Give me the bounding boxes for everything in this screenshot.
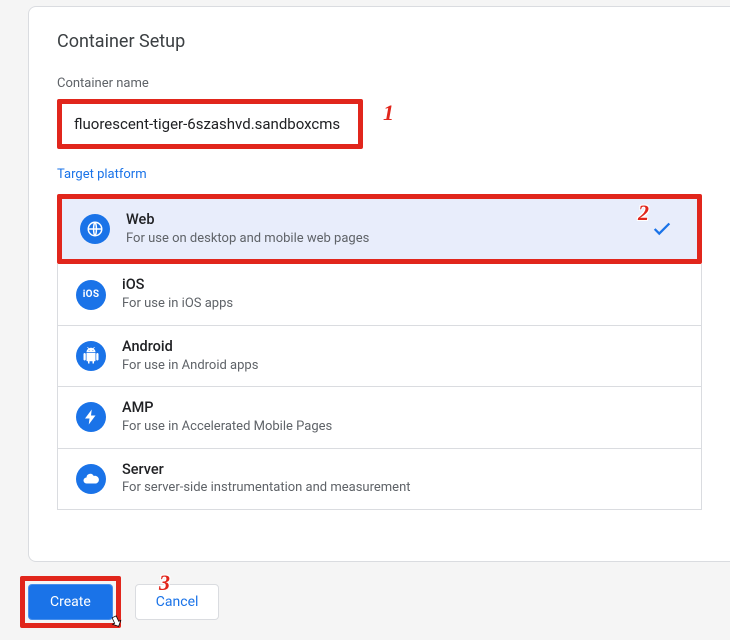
check-icon	[651, 218, 673, 240]
platform-option-server[interactable]: Server For server-side instrumentation a…	[58, 448, 701, 509]
platform-option-android[interactable]: Android For use in Android apps	[58, 325, 701, 386]
create-button[interactable]: Create	[28, 584, 113, 620]
platform-name: Server	[122, 461, 683, 480]
platform-desc: For use in iOS apps	[122, 295, 683, 313]
platform-option-amp[interactable]: AMP For use in Accelerated Mobile Pages	[58, 386, 701, 447]
platform-name: iOS	[122, 276, 683, 295]
platform-list: iOS iOS For use in iOS apps Android For …	[57, 264, 702, 510]
platform-name: AMP	[122, 399, 683, 418]
platform-text: AMP For use in Accelerated Mobile Pages	[122, 399, 683, 435]
platform-text: Android For use in Android apps	[122, 338, 683, 374]
panel-title: Container Setup	[57, 31, 702, 52]
platform-desc: For use on desktop and mobile web pages	[126, 230, 651, 248]
container-name-label: Container name	[57, 76, 702, 91]
platform-desc: For use in Android apps	[122, 357, 683, 375]
cloud-icon	[76, 464, 106, 494]
annotation-box-2: Web For use on desktop and mobile web pa…	[57, 194, 702, 264]
container-setup-panel: Container Setup Container name Target pl…	[28, 6, 730, 562]
cancel-button[interactable]: Cancel	[135, 584, 220, 620]
bolt-icon	[76, 402, 106, 432]
container-name-input[interactable]	[64, 106, 356, 142]
annotation-box-1	[57, 99, 363, 149]
platform-option-web[interactable]: Web For use on desktop and mobile web pa…	[62, 199, 697, 259]
button-row: Create Cancel	[20, 576, 219, 628]
ios-icon: iOS	[76, 280, 106, 310]
platform-text: iOS For use in iOS apps	[122, 276, 683, 312]
platform-text: Web For use on desktop and mobile web pa…	[126, 211, 651, 247]
platform-text: Server For server-side instrumentation a…	[122, 461, 683, 497]
target-platform-label: Target platform	[57, 167, 702, 182]
annotation-box-3: Create	[20, 576, 121, 628]
platform-desc: For use in Accelerated Mobile Pages	[122, 418, 683, 436]
globe-icon	[80, 214, 110, 244]
platform-option-ios[interactable]: iOS iOS For use in iOS apps	[58, 264, 701, 324]
platform-name: Android	[122, 338, 683, 357]
platform-name: Web	[126, 211, 651, 230]
platform-desc: For server-side instrumentation and meas…	[122, 479, 683, 497]
android-icon	[76, 341, 106, 371]
